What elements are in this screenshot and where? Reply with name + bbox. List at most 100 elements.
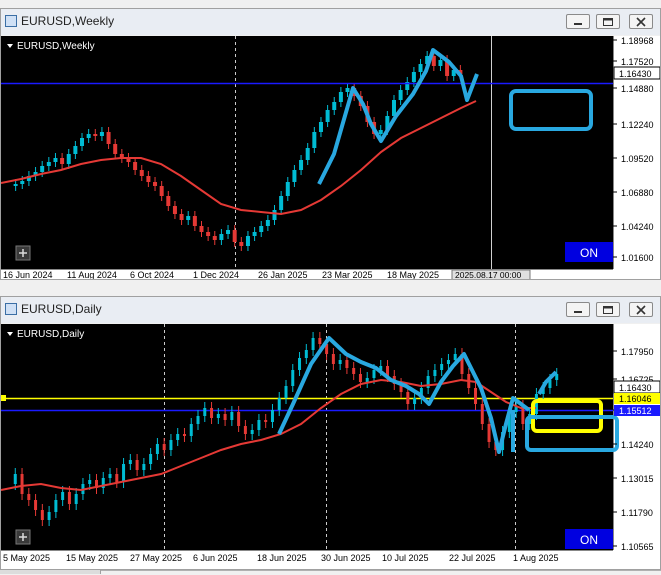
- daily-symbol-label: EURUSD,Daily: [7, 329, 84, 340]
- daily-yellow-price-label: 1.16046: [619, 394, 652, 404]
- weekly-candle: [179, 214, 184, 220]
- weekly-candle: [46, 162, 51, 166]
- daily-candle: [331, 354, 335, 364]
- weekly-candle: [199, 226, 204, 232]
- daily-candle: [446, 360, 450, 364]
- chart-tab[interactable]: [0, 570, 101, 574]
- daily-candle: [88, 480, 92, 484]
- weekly-candle: [312, 132, 317, 148]
- weekly-candle: [292, 170, 297, 182]
- weekly-candle: [338, 92, 343, 102]
- daily-candle: [352, 368, 356, 374]
- weekly-candle: [325, 110, 330, 122]
- minimize-icon: [574, 23, 582, 25]
- weekly-candle: [166, 196, 171, 206]
- daily-candle: [20, 474, 24, 494]
- weekly-candle: [219, 234, 224, 240]
- daily-candle: [210, 408, 214, 418]
- weekly-chart-svg[interactable]: EURUSD,Weekly ON 1.18968 1.17520 1.14880 1.…: [1, 36, 660, 279]
- daily-candle: [128, 460, 132, 464]
- weekly-symbol-label: EURUSD,Weekly: [7, 41, 95, 52]
- weekly-crosshair-date: 2025.08.17 00:00: [455, 270, 521, 279]
- minimize-button[interactable]: [566, 14, 590, 29]
- weekly-candle: [206, 232, 211, 236]
- minimize-icon: [574, 311, 582, 313]
- daily-candle: [169, 440, 173, 450]
- weekly-candle: [172, 206, 177, 214]
- weekly-candle: [299, 160, 304, 170]
- daily-candle: [216, 414, 220, 418]
- svg-text:ON: ON: [580, 533, 598, 547]
- daily-candle: [264, 420, 268, 422]
- daily-date-label: 1 Aug 2025: [513, 553, 559, 563]
- weekly-candle: [186, 216, 191, 220]
- daily-current-price-label: 1.16430: [619, 383, 652, 393]
- svg-text:ON: ON: [580, 246, 598, 260]
- daily-candle: [358, 374, 362, 382]
- daily-candle: [189, 424, 193, 436]
- weekly-candle: [40, 166, 45, 172]
- daily-candle: [27, 494, 31, 500]
- weekly-date-label: 11 Aug 2024: [67, 270, 117, 279]
- daily-plus-button[interactable]: [15, 529, 31, 545]
- daily-candle: [304, 350, 308, 358]
- weekly-date-label: 18 May 2025: [387, 270, 439, 279]
- weekly-price-label: 1.17520: [621, 57, 654, 67]
- daily-chart-svg[interactable]: EURUSD,Daily ON 1.179501.167251.142401.1…: [1, 324, 660, 569]
- weekly-candle: [398, 90, 403, 100]
- daily-price-label: 1.17950: [621, 347, 654, 357]
- daily-candle: [243, 426, 247, 434]
- weekly-price-label: 1.04240: [621, 222, 654, 232]
- daily-price-label: 1.13015: [621, 474, 654, 484]
- weekly-candle: [93, 134, 98, 136]
- weekly-candle: [133, 162, 138, 170]
- daily-candle: [203, 408, 207, 416]
- daily-date-label: 18 Jun 2025: [257, 553, 307, 563]
- daily-candle: [270, 410, 274, 422]
- weekly-candle: [252, 232, 257, 236]
- daily-date-label: 5 May 2025: [3, 553, 50, 563]
- weekly-candle: [20, 181, 25, 184]
- weekly-plus-button[interactable]: [15, 245, 31, 261]
- weekly-candle: [279, 196, 284, 210]
- daily-candle: [162, 444, 166, 450]
- daily-on-button[interactable]: ON: [565, 529, 613, 549]
- close-button[interactable]: [629, 14, 653, 29]
- chart-window-icon: [5, 15, 17, 27]
- weekly-window-title: EURUSD,Weekly: [21, 14, 115, 28]
- svg-text:EURUSD,Daily: EURUSD,Daily: [17, 329, 84, 340]
- weekly-chart-window: EURUSD,Weekly EURUSD,Weekly ON 1.18968 1…: [0, 8, 661, 280]
- daily-candle: [196, 416, 200, 424]
- weekly-on-button[interactable]: ON: [565, 242, 613, 262]
- daily-candle: [480, 404, 484, 424]
- daily-candle: [149, 454, 153, 464]
- weekly-candle: [13, 184, 18, 186]
- weekly-price-label: 1.09520: [621, 154, 654, 164]
- daily-candle: [74, 494, 78, 504]
- daily-candle: [298, 358, 302, 370]
- weekly-date-label: 6 Oct 2024: [130, 270, 174, 279]
- daily-price-label: 1.11790: [621, 508, 653, 518]
- close-button[interactable]: [629, 302, 653, 317]
- daily-candle: [487, 424, 491, 442]
- restore-icon: [603, 306, 613, 314]
- daily-chart-area[interactable]: EURUSD,Daily ON 1.17950 1.16725 1.14240 1.1…: [1, 324, 660, 569]
- weekly-candle: [99, 132, 104, 136]
- weekly-date-label: 16 Jun 2024: [3, 270, 53, 279]
- daily-candle: [365, 378, 369, 382]
- weekly-candle: [106, 132, 111, 144]
- weekly-titlebar[interactable]: EURUSD,Weekly: [1, 9, 660, 35]
- weekly-candle: [345, 88, 350, 92]
- weekly-current-price-label: 1.16430: [619, 69, 652, 79]
- daily-date-label: 30 Jun 2025: [321, 553, 371, 563]
- daily-candle: [250, 430, 254, 434]
- restore-button[interactable]: [596, 302, 620, 317]
- weekly-candle: [73, 146, 78, 154]
- daily-titlebar[interactable]: EURUSD,Daily: [1, 297, 660, 323]
- restore-button[interactable]: [596, 14, 620, 29]
- minimize-button[interactable]: [566, 302, 590, 317]
- daily-candle: [176, 434, 180, 440]
- weekly-chart-area[interactable]: EURUSD,Weekly ON 1.18968 1.17520 1.14880 1.…: [1, 36, 660, 279]
- daily-candle: [284, 386, 288, 398]
- weekly-candle: [60, 158, 65, 164]
